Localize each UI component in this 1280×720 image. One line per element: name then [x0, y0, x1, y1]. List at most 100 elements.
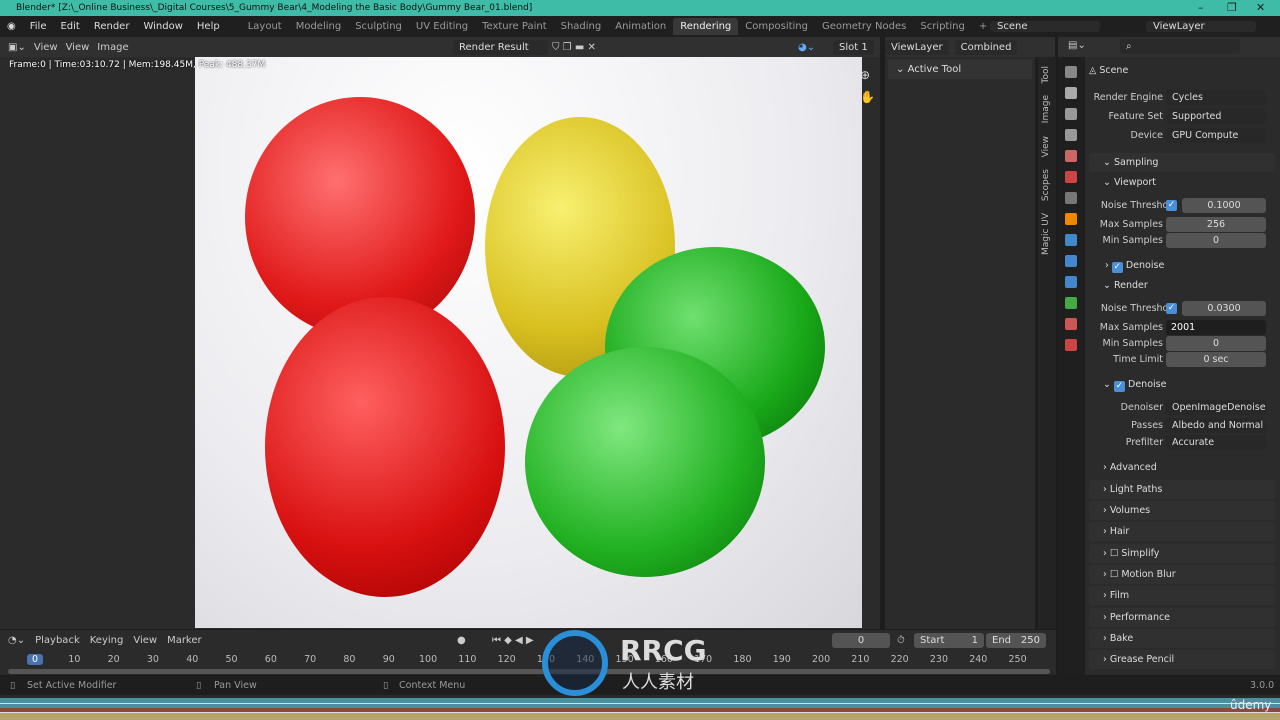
- viewport-denoise-subpanel[interactable]: › ✓ Denoise: [1105, 260, 1164, 273]
- end-frame-field[interactable]: End 250: [986, 632, 1046, 648]
- panel-film[interactable]: › Film: [1089, 586, 1275, 605]
- advanced-subpanel[interactable]: › Advanced: [1103, 462, 1157, 473]
- collection-tab-icon[interactable]: [1065, 192, 1077, 204]
- minimize-button[interactable]: –: [1198, 0, 1204, 16]
- editor-type-icon[interactable]: ▤⌄: [1068, 40, 1086, 51]
- render-tab-icon[interactable]: [1065, 87, 1077, 99]
- slot-dropdown[interactable]: Slot 1: [833, 39, 874, 55]
- menu-file[interactable]: File: [23, 21, 54, 32]
- world-tab-icon[interactable]: [1065, 171, 1077, 183]
- object-tab-icon[interactable]: [1065, 213, 1077, 225]
- panel-performance[interactable]: › Performance: [1089, 608, 1275, 627]
- tab-geometry-nodes[interactable]: Geometry Nodes: [815, 21, 913, 32]
- view-mode-dropdown[interactable]: View: [34, 42, 58, 53]
- properties-search-input[interactable]: ⌕: [1120, 39, 1240, 54]
- viewport-noise-field[interactable]: 0.1000: [1182, 198, 1266, 213]
- time-limit-field[interactable]: 0 sec: [1166, 352, 1266, 367]
- fake-user-shield-icon[interactable]: ⛉ ❐ ▬ ✕: [552, 42, 596, 53]
- panel-light-paths[interactable]: › Light Paths: [1089, 480, 1275, 499]
- panel-hair[interactable]: › Hair: [1089, 522, 1275, 541]
- active-tool-header[interactable]: ⌄ Active Tool: [888, 60, 1032, 79]
- panel-bake[interactable]: › Bake: [1089, 629, 1275, 648]
- data-tab-icon[interactable]: [1065, 297, 1077, 309]
- passes-dropdown[interactable]: Albedo and Normal: [1166, 418, 1266, 433]
- zoom-icon[interactable]: ⊕: [860, 68, 870, 82]
- editor-type-icon[interactable]: ▣⌄: [8, 42, 26, 53]
- sampling-panel[interactable]: ⌄ Sampling: [1089, 153, 1275, 172]
- tab-animation[interactable]: Animation: [608, 21, 673, 32]
- render-noise-field[interactable]: 0.0300: [1182, 301, 1266, 316]
- denoiser-dropdown[interactable]: OpenImageDenoise: [1166, 400, 1266, 415]
- tab-scopes[interactable]: Scopes: [1041, 166, 1051, 204]
- scene-tab-icon[interactable]: [1065, 150, 1077, 162]
- tab-image[interactable]: Image: [1041, 92, 1051, 126]
- panel-motion-blur[interactable]: › ☐ Motion Blur: [1089, 565, 1275, 584]
- device-dropdown[interactable]: GPU Compute: [1166, 128, 1266, 143]
- menu-help[interactable]: Help: [190, 21, 227, 32]
- view-layer-selector[interactable]: ViewLayer: [1146, 21, 1256, 32]
- tab-shading[interactable]: Shading: [554, 21, 609, 32]
- tab-rendering[interactable]: Rendering: [673, 18, 739, 35]
- modifier-tab-icon[interactable]: [1065, 234, 1077, 246]
- viewport-max-samples-field[interactable]: 256: [1166, 217, 1266, 232]
- close-button[interactable]: ✕: [1256, 0, 1265, 16]
- render-denoise-subpanel[interactable]: ⌄ ✓ Denoise: [1103, 379, 1166, 392]
- view-layer-tab-icon[interactable]: [1065, 129, 1077, 141]
- layer-dropdown[interactable]: ViewLayer: [885, 39, 949, 55]
- viewport-subpanel[interactable]: ⌄ Viewport: [1103, 177, 1156, 188]
- overlay-icon[interactable]: ◕⌄: [798, 42, 815, 53]
- render-engine-dropdown[interactable]: Cycles: [1166, 90, 1266, 105]
- menu-render[interactable]: Render: [87, 21, 137, 32]
- sidebar-tabs: Tool Image View Scopes Magic UV: [1038, 57, 1056, 629]
- keying-menu[interactable]: Keying: [90, 635, 124, 646]
- tab-scripting[interactable]: Scripting: [913, 21, 971, 32]
- tab-magic-uv[interactable]: Magic UV: [1041, 210, 1051, 258]
- tab-modeling[interactable]: Modeling: [289, 21, 349, 32]
- playback-menu[interactable]: Playback: [35, 635, 80, 646]
- viewport-noise-checkbox[interactable]: ✓: [1166, 200, 1177, 211]
- editor-type-icon[interactable]: ◔⌄: [8, 635, 25, 646]
- render-min-samples-field[interactable]: 0: [1166, 336, 1266, 351]
- viewport-min-samples-field[interactable]: 0: [1166, 233, 1266, 248]
- timeline-scrollbar[interactable]: [8, 669, 1050, 674]
- output-tab-icon[interactable]: [1065, 108, 1077, 120]
- panel-grease-pencil[interactable]: › Grease Pencil: [1089, 650, 1275, 669]
- current-frame-field[interactable]: 0: [832, 632, 890, 648]
- render-subpanel[interactable]: ⌄ Render: [1103, 280, 1148, 291]
- record-icon[interactable]: ●: [457, 635, 466, 646]
- tab-view[interactable]: View: [1041, 133, 1051, 160]
- menu-edit[interactable]: Edit: [53, 21, 86, 32]
- pan-hand-icon[interactable]: ✋: [860, 90, 875, 104]
- particles-tab-icon[interactable]: [1065, 255, 1077, 267]
- render-max-samples-input[interactable]: 2001: [1166, 320, 1266, 335]
- scene-selector[interactable]: Scene: [990, 21, 1100, 32]
- physics-tab-icon[interactable]: [1065, 276, 1077, 288]
- playback-controls[interactable]: ⏮ ◆ ◀ ▶: [492, 635, 534, 646]
- frame-ruler[interactable]: 0102030405060708090100110120130140150160…: [0, 652, 1056, 668]
- tab-texture-paint[interactable]: Texture Paint: [475, 21, 554, 32]
- image-name-field[interactable]: Render Result: [453, 39, 548, 55]
- marker-menu[interactable]: Marker: [167, 635, 202, 646]
- start-frame-field[interactable]: Start 1: [914, 632, 984, 648]
- blender-logo-icon[interactable]: ◉: [0, 21, 23, 32]
- menu-image[interactable]: Image: [97, 42, 128, 53]
- render-noise-checkbox[interactable]: ✓: [1166, 303, 1177, 314]
- texture-tab-icon[interactable]: [1065, 339, 1077, 351]
- tab-compositing[interactable]: Compositing: [738, 21, 815, 32]
- tab-uv-editing[interactable]: UV Editing: [409, 21, 475, 32]
- tab-sculpting[interactable]: Sculpting: [348, 21, 409, 32]
- prefilter-dropdown[interactable]: Accurate: [1166, 435, 1266, 450]
- pass-dropdown[interactable]: Combined: [954, 39, 1018, 55]
- tab-layout[interactable]: Layout: [241, 21, 289, 32]
- tab-tool[interactable]: Tool: [1041, 63, 1051, 86]
- panel-volumes[interactable]: › Volumes: [1089, 501, 1275, 520]
- tool-tab-icon[interactable]: [1065, 66, 1077, 78]
- stopwatch-icon[interactable]: ⏱: [897, 635, 905, 646]
- panel-simplify[interactable]: › ☐ Simplify: [1089, 544, 1275, 563]
- material-tab-icon[interactable]: [1065, 318, 1077, 330]
- menu-view[interactable]: View: [66, 42, 90, 53]
- menu-window[interactable]: Window: [136, 21, 189, 32]
- feature-set-dropdown[interactable]: Supported: [1166, 109, 1266, 124]
- view-menu[interactable]: View: [133, 635, 157, 646]
- maximize-button[interactable]: ❐: [1227, 0, 1237, 16]
